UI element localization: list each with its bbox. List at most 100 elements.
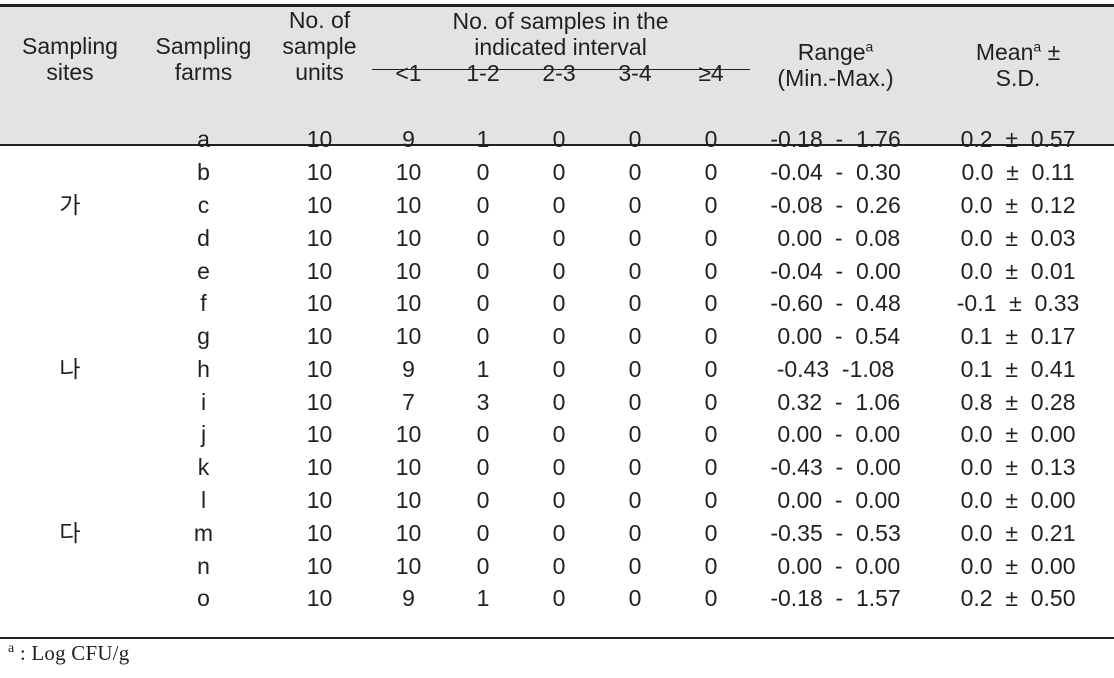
cell-sample-units: 10	[306, 421, 333, 448]
cell-sampling-site: 다	[59, 519, 81, 546]
cell-sampling-farm: k	[197, 454, 210, 481]
cell-sample-units: 10	[306, 290, 333, 317]
cell-bin-lt1: 10	[395, 552, 422, 579]
column-header-mean-sd: Meana ± S.D.	[922, 0, 1114, 123]
cell-bin-ge4: 0	[704, 126, 718, 153]
table-row: j 10 10 0 0 0 0 0.00 - 0.00 0.0 ± 0.00	[0, 419, 1114, 452]
cell-sample-units: 10	[306, 191, 333, 218]
table-row: b 10 10 0 0 0 0 -0.04 - 0.30 0.0 ± 0.11	[0, 156, 1114, 189]
cell-mean-sd: 0.0 ± 0.01	[960, 257, 1076, 284]
cell-mean-sd: 0.0 ± 0.13	[960, 454, 1076, 481]
cell-bin-lt1: 10	[395, 323, 422, 350]
table-row: g 10 10 0 0 0 0 0.00 - 0.54 0.1 ± 0.17	[0, 320, 1114, 353]
cell-range: -0.60 - 0.48	[770, 290, 901, 317]
cell-sampling-farm: a	[197, 126, 210, 153]
cell-mean-sd: 0.0 ± 0.00	[960, 552, 1076, 579]
cell-mean-sd: 0.0 ± 0.11	[961, 159, 1075, 186]
table-bottom-rule	[0, 637, 1114, 639]
cell-bin-lt1: 10	[395, 290, 422, 317]
cell-range: 0.00 - 0.00	[770, 421, 901, 448]
cell-bin-3-4: 0	[628, 552, 642, 579]
cell-sampling-site	[0, 255, 140, 288]
cell-sampling-farm: n	[197, 552, 210, 579]
cell-bin-2-3: 0	[552, 552, 566, 579]
cell-range: 0.00 - 0.08	[770, 224, 901, 251]
cell-bin-ge4: 0	[704, 290, 718, 317]
cell-bin-2-3: 0	[552, 585, 566, 612]
cell-bin-2-3: 0	[552, 487, 566, 514]
cell-bin-2-3: 0	[552, 290, 566, 317]
cell-bin-1-2: 0	[476, 323, 490, 350]
cell-bin-2-3: 0	[552, 126, 566, 153]
footnote-text: : Log CFU/g	[14, 641, 130, 665]
cell-sample-units: 10	[306, 224, 333, 251]
cell-mean-sd: 0.8 ± 0.28	[960, 388, 1076, 415]
cell-bin-3-4: 0	[628, 355, 642, 382]
cell-bin-ge4: 0	[704, 388, 718, 415]
table-row: l 10 10 0 0 0 0 0.00 - 0.00 0.0 ± 0.00	[0, 484, 1114, 517]
cell-bin-lt1: 10	[395, 159, 422, 186]
cell-sample-units: 10	[306, 585, 333, 612]
cell-bin-ge4: 0	[704, 421, 718, 448]
cell-sampling-farm: d	[197, 224, 210, 251]
table-body: a 10 9 1 0 0 0 -0.18 - 1.76 0.2 ± 0.57 b 10 10 0 0 0 0-…	[0, 123, 1114, 615]
cell-sampling-site: 가	[59, 191, 81, 218]
cell-bin-2-3: 0	[552, 159, 566, 186]
cell-bin-1-2: 0	[476, 454, 490, 481]
cell-sampling-farm: b	[197, 159, 210, 186]
cell-sample-units: 10	[306, 454, 333, 481]
cell-bin-1-2: 1	[476, 126, 490, 153]
cell-sampling-site	[0, 484, 140, 517]
range-label-line2: (Min.-Max.)	[777, 65, 894, 92]
cell-bin-3-4: 0	[628, 487, 642, 514]
cell-mean-sd: 0.0 ± 0.21	[960, 519, 1076, 546]
cell-sample-units: 10	[306, 323, 333, 350]
cell-mean-sd: 0.1 ± 0.41	[960, 355, 1076, 382]
cell-mean-sd: 0.1 ± 0.17	[960, 323, 1076, 350]
cell-bin-ge4: 0	[704, 191, 718, 218]
table-row: f 10 10 0 0 0 0 -0.60 - 0.48 -0.1 ± 0.33	[0, 287, 1114, 320]
cell-sampling-farm: j	[200, 421, 207, 448]
cell-bin-3-4: 0	[628, 454, 642, 481]
cell-bin-lt1: 10	[395, 224, 422, 251]
table-container: Sampling sites Sampling farms No. of sample…	[0, 0, 1114, 678]
cell-range: 0.00 - 0.00	[770, 552, 901, 579]
table-row: i 10 7 3 0 0 0 0.32 - 1.06 0.8 ± 0.28	[0, 386, 1114, 419]
cell-bin-1-2: 0	[476, 487, 490, 514]
cell-sampling-site	[0, 123, 140, 156]
cell-bin-lt1: 10	[395, 454, 422, 481]
column-header-range: Rangea (Min.-Max.)	[749, 0, 922, 123]
cell-bin-1-2: 0	[476, 159, 490, 186]
cell-range: -0.18 - 1.57	[770, 585, 901, 612]
cell-bin-3-4: 0	[628, 159, 642, 186]
cell-bin-ge4: 0	[704, 323, 718, 350]
range-label-line1: Range	[797, 39, 866, 66]
table-row: a 10 9 1 0 0 0 -0.18 - 1.76 0.2 ± 0.57	[0, 123, 1114, 156]
cell-bin-lt1: 10	[395, 257, 422, 284]
cell-sampling-farm: c	[197, 191, 210, 218]
cell-bin-ge4: 0	[704, 355, 718, 382]
cell-sampling-farm: h	[197, 355, 210, 382]
cell-bin-2-3: 0	[552, 323, 566, 350]
cell-bin-1-2: 0	[476, 519, 490, 546]
cell-mean-sd: 0.2 ± 0.57	[960, 126, 1076, 153]
cell-bin-ge4: 0	[704, 585, 718, 612]
cell-range: -0.04 - 0.30	[770, 159, 901, 186]
cell-bin-2-3: 0	[552, 191, 566, 218]
cell-bin-3-4: 0	[628, 519, 642, 546]
cell-range: -0.18 - 1.76	[770, 126, 901, 153]
cell-sampling-farm: o	[197, 585, 210, 612]
table-row: e 10 10 0 0 0 0 -0.04 - 0.00 0.0 ± 0.01	[0, 255, 1114, 288]
cell-sampling-site	[0, 550, 140, 583]
cell-bin-lt1: 9	[402, 126, 415, 153]
cell-sampling-site	[0, 156, 140, 189]
cell-range: 0.00 - 0.00	[770, 487, 901, 514]
cell-mean-sd: 0.0 ± 0.00	[960, 421, 1076, 448]
cell-bin-lt1: 10	[395, 487, 422, 514]
cell-bin-1-2: 0	[476, 290, 490, 317]
range-footnote-marker: a	[865, 38, 874, 55]
cell-bin-2-3: 0	[552, 224, 566, 251]
cell-sample-units: 10	[306, 355, 333, 382]
cell-bin-1-2: 1	[476, 355, 490, 382]
cell-bin-3-4: 0	[628, 224, 642, 251]
